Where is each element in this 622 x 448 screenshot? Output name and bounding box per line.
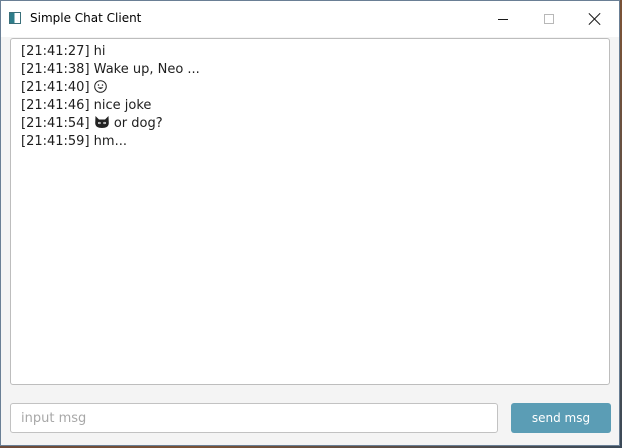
message-text: Wake up, Neo ... <box>93 62 200 77</box>
grinning-face-emoji <box>93 80 107 93</box>
chat-message: [21:41:40] <box>21 79 599 97</box>
chat-log[interactable]: [21:41:27] hi [21:41:38] Wake up, Neo ..… <box>10 38 610 385</box>
message-text: hm... <box>93 134 127 149</box>
window-title: Simple Chat Client <box>30 11 142 25</box>
close-button[interactable] <box>572 1 618 37</box>
message-time: [21:41:38] <box>21 62 90 77</box>
message-time: [21:41:40] <box>21 80 90 95</box>
minimize-icon <box>498 18 508 20</box>
close-icon <box>589 13 601 25</box>
chat-message: [21:41:27] hi <box>21 43 599 61</box>
message-time: [21:41:59] <box>21 134 90 149</box>
message-input[interactable] <box>10 403 498 433</box>
cat-face-emoji <box>94 116 109 128</box>
message-time: [21:41:27] <box>21 44 90 59</box>
title-bar[interactable]: Simple Chat Client <box>1 1 619 37</box>
message-time: [21:41:46] <box>21 98 90 113</box>
chat-message: [21:41:59] hm... <box>21 133 599 151</box>
maximize-icon <box>544 14 554 24</box>
message-text: or dog? <box>113 116 163 131</box>
chat-message: [21:41:38] Wake up, Neo ... <box>21 61 599 79</box>
chat-message: [21:41:54] or dog? <box>21 115 599 133</box>
maximize-button[interactable] <box>526 1 572 37</box>
app-window-icon <box>9 12 21 24</box>
message-time: [21:41:54] <box>21 116 90 131</box>
minimize-button[interactable] <box>480 1 526 37</box>
send-button[interactable]: send msg <box>511 403 611 433</box>
chat-message: [21:41:46] nice joke <box>21 97 599 115</box>
message-text: hi <box>93 44 106 59</box>
chat-window: Simple Chat Client [21:41:27] hi [21:41:… <box>0 0 620 446</box>
message-text: nice joke <box>93 98 152 113</box>
